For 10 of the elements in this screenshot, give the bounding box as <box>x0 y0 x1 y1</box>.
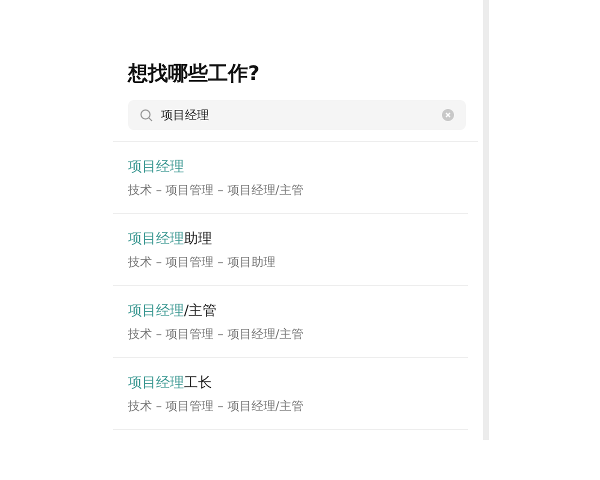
search-field[interactable]: 项目经理 <box>128 100 466 130</box>
job-title[interactable]: 项目经理助理 <box>128 229 212 249</box>
category-path: 技术 – 项目管理 – 项目经理/主管 <box>128 398 304 415</box>
category-path: 技术 – 项目管理 – 项目助理 <box>128 254 276 271</box>
category-path: 技术 – 项目管理 – 项目经理/主管 <box>128 326 304 343</box>
category-path: 技术 – 项目管理 – 项目经理/主管 <box>128 182 304 199</box>
clear-icon[interactable] <box>442 109 454 121</box>
page-heading: 想找哪些工作? <box>128 60 260 86</box>
job-title[interactable]: 项目经理/主管 <box>128 301 217 321</box>
job-title[interactable]: 项目经理工长 <box>128 373 212 393</box>
